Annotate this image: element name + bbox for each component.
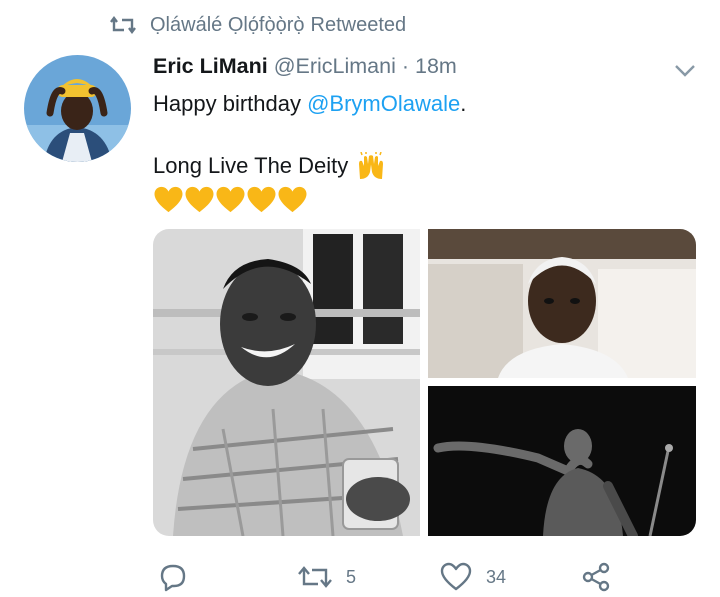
- media-photo-3[interactable]: [428, 386, 696, 536]
- tweet-line-1: Happy birthday @BrymOlawale.: [153, 88, 693, 119]
- mention-link[interactable]: @BrymOlawale: [307, 91, 460, 116]
- yellow-heart-icon: [154, 186, 183, 213]
- dot-separator: ·: [401, 54, 410, 78]
- yellow-heart-icon: [216, 186, 245, 213]
- retweeted-label: Retweeted: [310, 13, 407, 36]
- share-action[interactable]: [580, 560, 612, 594]
- photo-portrait-smiling-man: [153, 229, 420, 536]
- retweet-context: Ọláwálé Ọlọ́fọ̀ọ̀rọ̀ Retweeted: [110, 12, 406, 38]
- retweeter-name[interactable]: Ọláwálé Ọlọ́fọ̀ọ̀rọ̀: [150, 14, 305, 37]
- media-photo-1[interactable]: [153, 229, 420, 536]
- tweet-text-suffix: .: [460, 91, 467, 116]
- author-name[interactable]: Eric LiMani: [153, 54, 268, 78]
- avatar[interactable]: [24, 55, 131, 162]
- photo-portrait-man-cap: [428, 229, 696, 378]
- yellow-heart-icon: [247, 186, 276, 213]
- tweet-line-2: Long Live The Deity: [153, 150, 693, 181]
- author-handle[interactable]: @EricLimani: [274, 54, 396, 78]
- media-photo-2[interactable]: [428, 229, 696, 378]
- tweet-text: Happy birthday @BrymOlawale. Long Live T…: [153, 88, 693, 181]
- share-icon: [582, 562, 610, 592]
- retweet-count: 5: [346, 566, 357, 587]
- tweet-time[interactable]: 18m: [415, 54, 457, 78]
- heart-icon: [440, 562, 472, 591]
- photo-stage-performer: [428, 386, 696, 536]
- tweet-header: Eric LiMani @EricLimani · 18m: [153, 54, 457, 79]
- like-action[interactable]: 34: [440, 560, 506, 594]
- retweet-icon: [298, 566, 332, 588]
- media-grid: [153, 229, 696, 536]
- yellow-hearts-row: [153, 186, 308, 214]
- tweet-line-2-text: Long Live The Deity: [153, 153, 349, 178]
- chevron-down-icon[interactable]: [672, 60, 698, 80]
- yellow-heart-icon: [185, 186, 214, 213]
- reply-action[interactable]: [158, 560, 188, 594]
- tweet-text-prefix: Happy birthday: [153, 91, 308, 116]
- raising-hands-icon: [359, 151, 384, 179]
- like-count: 34: [486, 566, 507, 587]
- yellow-heart-icon: [278, 186, 307, 213]
- reply-icon: [160, 564, 186, 592]
- retweet-icon: [110, 16, 136, 34]
- retweet-action[interactable]: 5: [298, 560, 356, 594]
